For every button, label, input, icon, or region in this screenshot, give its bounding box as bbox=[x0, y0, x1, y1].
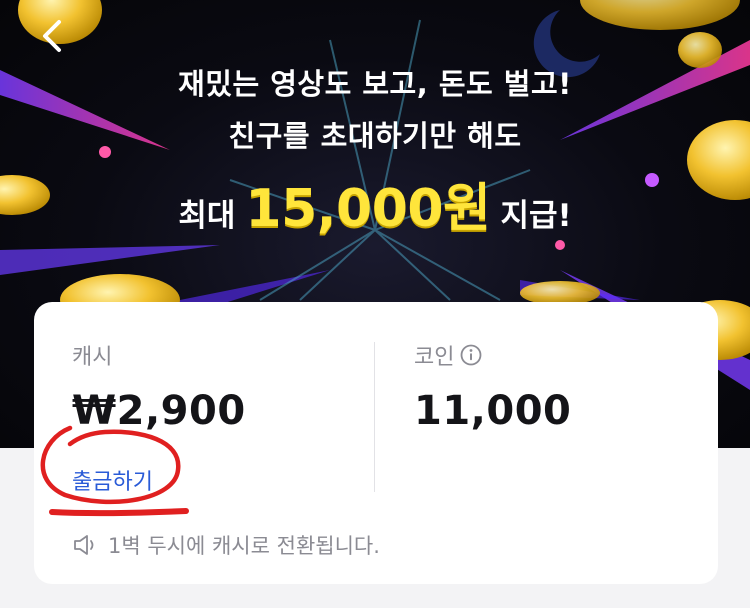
column-divider bbox=[374, 342, 375, 492]
coin-label: 코인 bbox=[414, 345, 455, 370]
withdraw-link[interactable]: 출금하기 bbox=[72, 464, 153, 496]
cash-section: 캐시 ₩2,900 출금하기 bbox=[72, 340, 246, 496]
back-button[interactable] bbox=[28, 12, 76, 60]
wallet-card: 캐시 ₩2,900 출금하기 코인 11,000 1벽 두시에 캐시로 전환됩니… bbox=[34, 302, 718, 584]
headline-line-2: 친구를 초대하기만 해도 bbox=[228, 119, 522, 153]
conversion-notice-text: 1벽 두시에 캐시로 전환됩니다. bbox=[108, 534, 380, 558]
info-circle-icon[interactable] bbox=[460, 344, 482, 366]
headline-amount: 15,000원 bbox=[245, 179, 491, 239]
promo-headline: 재밌는 영상도 보고, 돈도 벌고! 친구를 초대하기만 해도 최대 15,00… bbox=[0, 58, 750, 241]
conversion-notice: 1벽 두시에 캐시로 전환됩니다. bbox=[72, 530, 380, 560]
chevron-left-icon bbox=[43, 20, 61, 52]
cash-value: ₩2,900 bbox=[72, 388, 246, 434]
cash-label: 캐시 bbox=[72, 345, 113, 370]
coin-section: 코인 11,000 bbox=[414, 340, 571, 434]
coin-label-row: 코인 bbox=[414, 340, 571, 370]
coin-value: 11,000 bbox=[414, 388, 572, 434]
speaker-icon bbox=[74, 535, 94, 555]
headline-line-1: 재밌는 영상도 보고, 돈도 벌고! bbox=[178, 67, 572, 101]
headline-suffix: 지급! bbox=[500, 198, 572, 234]
headline-line-3: 최대 15,000원 지급! bbox=[0, 166, 750, 241]
headline-prefix: 최대 bbox=[178, 198, 236, 234]
